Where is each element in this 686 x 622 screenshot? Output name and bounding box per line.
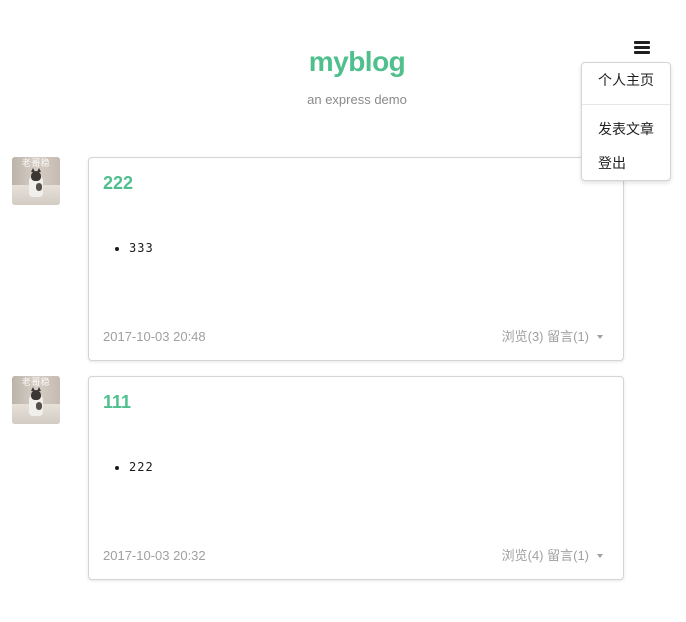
post-stats[interactable]: 浏览(3) 留言(1): [502, 329, 589, 345]
avatar-cat-head: [31, 390, 41, 400]
page: myblog an express demo 个人主页 发表文章 登出 老哥稳 …: [0, 0, 686, 622]
post-content-item: 222: [129, 459, 154, 475]
menu-bar: [634, 41, 650, 44]
post-content: 222: [103, 459, 154, 475]
menu-item-write-post[interactable]: 发表文章: [598, 120, 654, 138]
post-content-item: 333: [129, 240, 154, 256]
avatar-cat-spot: [36, 183, 42, 191]
avatar-watermark: 老哥稳: [21, 377, 51, 387]
menu-divider: [582, 104, 670, 105]
author-avatar[interactable]: 老哥稳: [12, 157, 60, 205]
author-avatar[interactable]: 老哥稳: [12, 376, 60, 424]
menu-bar: [634, 51, 650, 54]
menu-item-logout[interactable]: 登出: [598, 154, 626, 172]
post-stats[interactable]: 浏览(4) 留言(1): [502, 548, 589, 564]
post-date: 2017-10-03 20:48: [103, 329, 206, 344]
hamburger-menu-icon[interactable]: [633, 39, 651, 55]
post-card: 111 222 2017-10-03 20:32 浏览(4) 留言(1): [88, 376, 624, 580]
avatar-watermark: 老哥稳: [21, 158, 51, 168]
post-title[interactable]: 222: [103, 172, 133, 194]
user-dropdown-menu: 个人主页 发表文章 登出: [581, 62, 671, 181]
avatar-cat-spot: [36, 402, 42, 410]
post-date: 2017-10-03 20:32: [103, 548, 206, 563]
menu-item-home[interactable]: 个人主页: [598, 71, 654, 89]
avatar-cat-head: [31, 171, 41, 181]
post-content: 333: [103, 240, 154, 256]
caret-down-icon[interactable]: [597, 335, 603, 339]
post-title[interactable]: 111: [103, 391, 131, 413]
menu-bar: [634, 46, 650, 49]
post-card: 222 333 2017-10-03 20:48 浏览(3) 留言(1): [88, 157, 624, 361]
caret-down-icon[interactable]: [597, 554, 603, 558]
